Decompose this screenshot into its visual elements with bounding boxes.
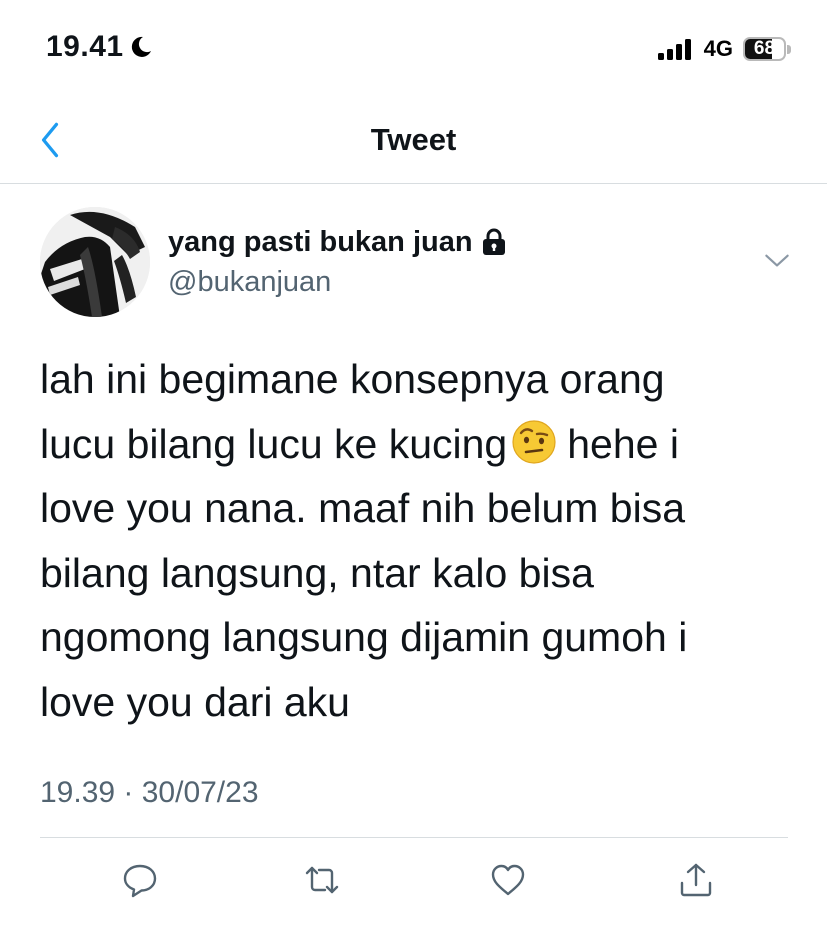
display-name-row: yang pasti bukan juan <box>168 222 507 262</box>
battery-percent: 68 <box>753 38 776 59</box>
status-indicators: 4G 68 <box>656 36 791 62</box>
divider <box>40 837 788 838</box>
retweet-icon <box>303 861 341 904</box>
tweet-timestamp[interactable]: 19.39 · 30/07/23 <box>40 776 259 810</box>
status-bar: 19.41 4G 68 <box>0 0 827 100</box>
moon-icon <box>128 34 154 60</box>
tweet-text-line: ngomong langsung dijamin gumoh i <box>40 614 688 660</box>
like-icon <box>489 861 527 904</box>
chevron-down-icon <box>763 253 791 274</box>
display-name[interactable]: yang pasti bukan juan <box>168 226 473 259</box>
retweet-button[interactable] <box>300 860 344 904</box>
reply-icon <box>121 861 159 904</box>
tweet-text: lah ini begimane konsepnya orang lucu bi… <box>40 347 800 734</box>
face-with-raised-eyebrow-emoji <box>511 419 557 465</box>
lock-icon <box>481 228 507 256</box>
status-time: 19.41 <box>46 30 124 63</box>
avatar[interactable] <box>40 207 150 317</box>
like-button[interactable] <box>486 860 530 904</box>
tweet-text-line: lah ini begimane konsepnya orang <box>40 356 665 402</box>
signal-icon <box>656 38 694 60</box>
tweet-author[interactable]: yang pasti bukan juan @bukanjuan <box>168 222 507 299</box>
battery-icon: 68 <box>743 36 791 62</box>
status-time-group: 19.41 <box>46 30 154 64</box>
page-title: Tweet <box>370 122 457 157</box>
network-type: 4G <box>703 36 733 61</box>
share-icon <box>677 861 715 904</box>
nav-header: Tweet <box>0 100 827 184</box>
tweet-text-line: lucu bilang lucu ke kucing hehe i <box>40 412 800 477</box>
tweet-text-line: bilang langsung, ntar kalo bisa <box>40 549 594 596</box>
tweet-text-line: love you nana. maaf nih belum bisa <box>40 485 686 531</box>
share-button[interactable] <box>674 860 718 904</box>
user-handle[interactable]: @bukanjuan <box>168 266 507 299</box>
tweet-text-line: love you dari aku <box>40 678 350 725</box>
tweet-text-segment: lucu bilang lucu ke kucing <box>40 420 508 467</box>
reply-button[interactable] <box>118 860 162 904</box>
more-options-button[interactable] <box>760 248 794 278</box>
tweet-text-segment: hehe i <box>567 420 679 467</box>
